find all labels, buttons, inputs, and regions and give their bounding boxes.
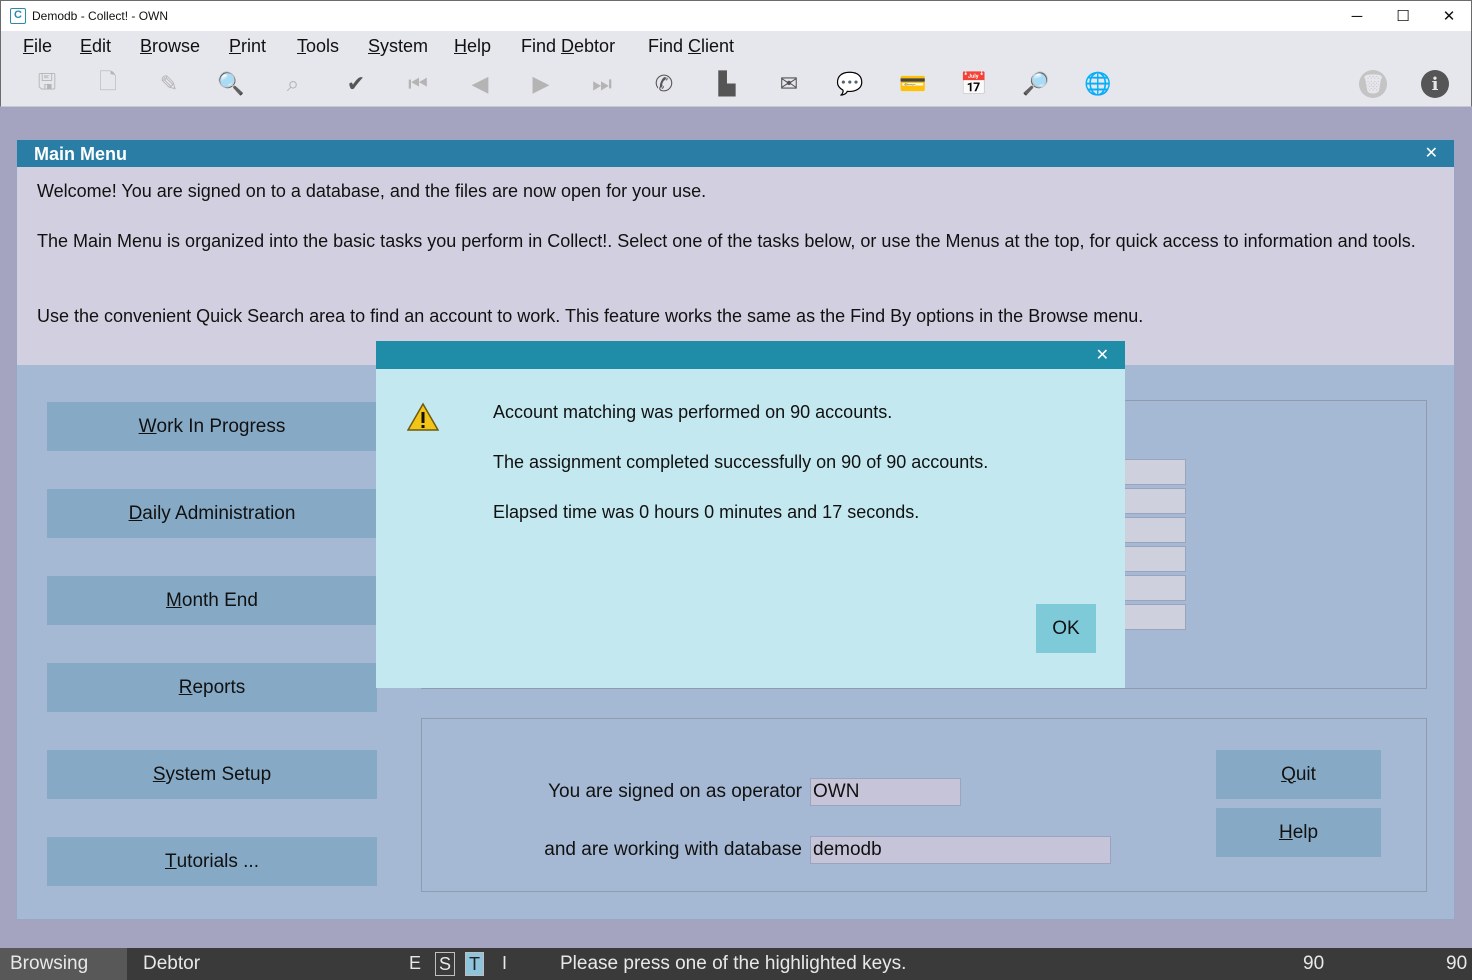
checkmark-icon[interactable]: ✔	[339, 67, 373, 101]
status-key-i[interactable]: I	[499, 952, 510, 976]
window-title: Demodb - Collect! - OWN	[32, 9, 169, 23]
status-key-e[interactable]: E	[406, 952, 424, 976]
preview-icon[interactable]: 🔍	[214, 67, 248, 101]
menu-help[interactable]: Help	[454, 36, 491, 57]
maximize-button[interactable]: ☐	[1380, 1, 1426, 31]
save-icon[interactable]: 🖫	[30, 67, 64, 101]
quick-search-field-2[interactable]	[1122, 488, 1186, 514]
quit-button[interactable]: Quit	[1216, 750, 1381, 799]
status-key-t[interactable]: T	[465, 952, 484, 976]
app-icon: C	[10, 8, 26, 24]
menu-browse[interactable]: Browse	[140, 36, 200, 57]
system-setup-button[interactable]: System Setup	[47, 750, 377, 799]
intro-text-area: Welcome! You are signed on to a database…	[17, 167, 1454, 365]
reports-button[interactable]: Reports	[47, 663, 377, 712]
menu-print[interactable]: Print	[229, 36, 266, 57]
quick-search-field-1[interactable]	[1122, 459, 1186, 485]
operator-label: You are signed on as operator	[548, 781, 802, 802]
dialog-close-icon[interactable]: ✕	[1096, 345, 1109, 365]
menu-tools[interactable]: Tools	[297, 36, 339, 57]
status-count-total: 90	[1446, 953, 1468, 974]
menu-edit[interactable]: Edit	[80, 36, 111, 57]
work-in-progress-button[interactable]: Work In Progress	[47, 402, 377, 451]
status-count-current: 90	[1303, 953, 1325, 974]
toolbar: 🖫 🗋 ✎ 🔍 ⌕ ✔ ⏮ ◀ ▶ ⏭ ✆ ▙ ✉ 💬 💳 📅 🔎 🌐 🗑 i	[0, 61, 1472, 107]
database-label: and are working with database	[544, 839, 802, 860]
window-titlebar: C Demodb - Collect! - OWN ─ ☐ ✕	[0, 0, 1472, 31]
menu-bar: File Edit Browse Print Tools System Help…	[0, 31, 1472, 61]
minimize-button[interactable]: ─	[1334, 1, 1380, 31]
database-field: demodb	[810, 836, 1111, 864]
next-record-icon[interactable]: ▶	[524, 67, 558, 101]
quick-search-field-5[interactable]	[1122, 575, 1186, 601]
phone-icon[interactable]: ✆	[647, 67, 681, 101]
info-icon[interactable]: i	[1421, 70, 1449, 98]
new-record-icon[interactable]: 🗋	[91, 67, 125, 101]
status-message: Please press one of the highlighted keys…	[560, 953, 907, 974]
email-icon[interactable]: ✉	[772, 67, 806, 101]
daily-administration-button[interactable]: Daily Administration	[47, 489, 377, 538]
ok-button[interactable]: OK	[1036, 604, 1096, 653]
quick-search-field-6[interactable]	[1122, 604, 1186, 630]
delete-icon[interactable]: 🗑	[1359, 70, 1387, 98]
status-bar: Browsing Debtor E S T I Please press one…	[0, 948, 1472, 980]
first-record-icon[interactable]: ⏮	[401, 67, 435, 101]
tutorials-button[interactable]: Tutorials ...	[47, 837, 377, 886]
month-end-button[interactable]: Month End	[47, 576, 377, 625]
main-menu-close-icon[interactable]: ✕	[1425, 143, 1438, 163]
message-dialog: ✕ Account matching was performed on 90 a…	[376, 341, 1125, 688]
warning-icon	[407, 402, 439, 431]
menu-system[interactable]: System	[368, 36, 428, 57]
print-icon[interactable]: ▙	[710, 67, 744, 101]
status-key-s[interactable]: S	[435, 952, 456, 976]
intro-organization: The Main Menu is organized into the basi…	[37, 231, 1416, 251]
menu-find-client[interactable]: Find Client	[648, 36, 734, 57]
main-menu-header: Main Menu ✕	[17, 140, 1454, 167]
close-window-button[interactable]: ✕	[1426, 1, 1472, 31]
intro-quick-search: Use the convenient Quick Search area to …	[37, 306, 1144, 326]
payment-icon[interactable]: 💳	[896, 67, 930, 101]
search-icon[interactable]: 🔎	[1019, 67, 1053, 101]
main-menu-title: Main Menu	[34, 144, 127, 164]
menu-file[interactable]: File	[23, 36, 52, 57]
edit-record-icon[interactable]: ✎	[152, 67, 186, 101]
calendar-add-icon[interactable]: 📅	[957, 67, 991, 101]
previous-record-icon[interactable]: ◀	[463, 67, 497, 101]
help-button[interactable]: Help	[1216, 808, 1381, 857]
last-record-icon[interactable]: ⏭	[585, 67, 619, 101]
globe-icon[interactable]: 🌐	[1081, 67, 1115, 101]
operator-field: OWN	[810, 778, 961, 806]
dialog-message-line-3: Elapsed time was 0 hours 0 minutes and 1…	[493, 502, 920, 522]
quick-search-field-4[interactable]	[1122, 546, 1186, 572]
intro-welcome: Welcome! You are signed on to a database…	[37, 181, 707, 201]
chat-icon[interactable]: 💬	[833, 67, 867, 101]
dialog-message-line-1: Account matching was performed on 90 acc…	[493, 402, 893, 422]
binoculars-icon[interactable]: ⌕	[276, 67, 310, 101]
quick-search-field-3[interactable]	[1122, 517, 1186, 543]
dialog-message-line-2: The assignment completed successfully on…	[493, 452, 989, 472]
dialog-header: ✕	[376, 341, 1125, 369]
status-mode: Browsing	[0, 948, 127, 980]
menu-find-debtor[interactable]: Find Debtor	[521, 36, 615, 57]
status-context: Debtor	[143, 953, 201, 974]
